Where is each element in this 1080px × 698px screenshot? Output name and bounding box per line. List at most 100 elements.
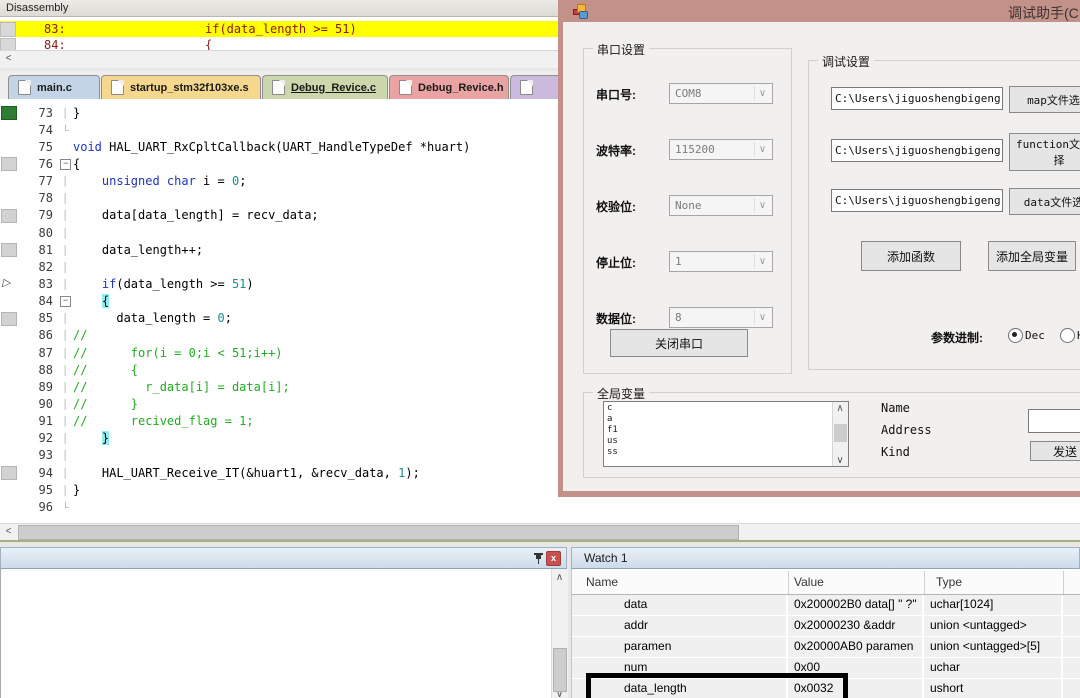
file-select-button-0[interactable]: map文件选择 (1009, 86, 1080, 113)
code-text[interactable]: if(data_length >= 51) (73, 277, 254, 291)
breakpoint-gutter[interactable] (0, 104, 17, 121)
code-text[interactable]: HAL_UART_Receive_IT(&huart1, &recv_data,… (73, 466, 420, 480)
send-button[interactable]: 发送 (1030, 441, 1080, 461)
fold-column[interactable]: │ (58, 245, 73, 255)
breakpoint-gutter[interactable] (0, 310, 17, 327)
tab-Debug_Revice.h[interactable]: Debug_Revice.h (389, 75, 509, 99)
add-global-button[interactable]: 添加全局变量 (988, 241, 1076, 271)
breakpoint-gutter[interactable] (0, 378, 17, 395)
fold-column[interactable]: └ (58, 125, 73, 135)
fold-column[interactable]: │ (58, 450, 73, 460)
serial-combo-1[interactable]: 115200∨ (669, 139, 773, 160)
breakpoint-gutter[interactable] (0, 207, 17, 224)
list-item[interactable]: a (607, 414, 618, 425)
breakpoint-gutter[interactable] (0, 498, 17, 515)
breakpoint-gutter[interactable] (0, 464, 17, 481)
fold-column[interactable]: └ (58, 502, 73, 512)
serial-combo-3[interactable]: 1∨ (669, 251, 773, 272)
scroll-up-icon[interactable]: ∧ (552, 571, 567, 585)
code-text[interactable]: { (73, 157, 80, 171)
fold-column[interactable]: │ (58, 382, 73, 392)
breakpoint-gutter[interactable] (0, 413, 17, 430)
watch-type-cell[interactable]: union <untagged> (924, 616, 1061, 636)
breakpoint-gutter[interactable]: ▷ (0, 275, 17, 292)
fold-collapse-icon[interactable]: − (60, 159, 71, 170)
breakpoint-gutter[interactable] (0, 395, 17, 412)
bottom-left-panel-content[interactable] (0, 569, 552, 698)
tab-main.c[interactable]: main.c (8, 75, 100, 99)
code-text[interactable]: // recived_flag = 1; (73, 414, 254, 428)
fold-column[interactable]: │ (58, 348, 73, 358)
code-text[interactable]: } (73, 483, 80, 497)
code-text[interactable]: // (73, 328, 87, 342)
scroll-up-icon[interactable]: ∧ (833, 402, 847, 414)
watch-value-cell[interactable]: 0x200002B0 data[] " ?" (788, 595, 922, 615)
breakpoint-gutter[interactable] (0, 190, 17, 207)
watch-type-cell[interactable]: ushort (924, 679, 1061, 698)
breakpoint-gutter[interactable] (0, 447, 17, 464)
chevron-down-icon[interactable]: ∨ (754, 142, 770, 157)
add-function-button[interactable]: 添加函数 (861, 241, 961, 271)
fold-column[interactable]: │ (58, 365, 73, 375)
breakpoint-gutter[interactable] (0, 430, 17, 447)
code-text[interactable]: // for(i = 0;i < 51;i++) (73, 346, 283, 360)
tab-Debug_Revice.c[interactable]: Debug_Revice.c (262, 75, 388, 99)
file-path-field-2[interactable]: C:\Users\jiguoshengbigeng' (831, 189, 1003, 212)
fold-column[interactable]: │ (58, 279, 73, 289)
fold-column[interactable]: │ (58, 468, 73, 478)
fold-column[interactable]: │ (58, 193, 73, 203)
scroll-down-icon[interactable]: ∨ (833, 454, 847, 466)
breakpoint-gutter[interactable] (0, 361, 17, 378)
bottom-left-vscroll-thumb[interactable] (553, 648, 567, 692)
fold-column[interactable]: │ (58, 399, 73, 409)
disassembly-gutter[interactable] (0, 22, 16, 37)
global-value-input[interactable] (1028, 409, 1080, 433)
fold-column[interactable]: │ (58, 416, 73, 426)
breakpoint-gutter[interactable] (0, 173, 17, 190)
breakpoint-gutter[interactable] (0, 327, 17, 344)
fold-column[interactable]: │ (58, 210, 73, 220)
breakpoint-gutter[interactable] (0, 481, 17, 498)
editor-hscroll-thumb[interactable] (18, 525, 739, 540)
radio-dec[interactable] (1008, 328, 1023, 343)
file-path-field-0[interactable]: C:\Users\jiguoshengbigeng' (831, 87, 1003, 110)
disassembly-gutter[interactable] (0, 38, 16, 50)
pin-icon[interactable] (534, 552, 544, 564)
chevron-down-icon[interactable]: ∨ (754, 254, 770, 269)
fold-column[interactable]: − (58, 295, 73, 307)
watch-name-cell[interactable]: addr (572, 616, 786, 636)
code-text[interactable]: // { (73, 363, 138, 377)
scroll-left-icon[interactable]: < (1, 525, 16, 539)
watch-value-cell[interactable]: 0x20000AB0 paramen (788, 637, 922, 657)
fold-column[interactable]: │ (58, 108, 73, 118)
table-row[interactable]: +paramen0x20000AB0 paramenunion <untagge… (572, 637, 1080, 658)
code-text[interactable]: void HAL_UART_RxCpltCallback(UART_Handle… (73, 140, 470, 154)
fold-column[interactable]: │ (58, 485, 73, 495)
listbox-thumb[interactable] (834, 424, 847, 442)
code-text[interactable]: } (73, 106, 80, 120)
table-row[interactable]: +addr0x20000230 &addrunion <untagged> (572, 616, 1080, 637)
watch-col-name[interactable]: Name (586, 575, 618, 589)
watch-type-cell[interactable]: union <untagged>[5] (924, 637, 1061, 657)
serial-combo-2[interactable]: None∨ (669, 195, 773, 216)
code-text[interactable]: // } (73, 397, 138, 411)
fold-column[interactable]: │ (58, 433, 73, 443)
code-text[interactable]: // r_data[i] = data[i]; (73, 380, 290, 394)
radio-hex[interactable] (1060, 328, 1075, 343)
breakpoint-gutter[interactable] (0, 121, 17, 138)
watch-value-cell[interactable]: 0x20000230 &addr (788, 616, 922, 636)
listbox-vscrollbar[interactable]: ∧ ∨ (832, 402, 848, 466)
chevron-down-icon[interactable]: ∨ (754, 86, 770, 101)
watch-name-cell[interactable]: paramen (572, 637, 786, 657)
debug-assistant-titlebar[interactable]: 调试助手(C (558, 0, 1080, 22)
breakpoint-gutter[interactable] (0, 224, 17, 241)
breakpoint-gutter[interactable] (0, 293, 17, 310)
code-text[interactable]: unsigned char i = 0; (73, 174, 246, 188)
fold-collapse-icon[interactable]: − (60, 296, 71, 307)
file-path-field-1[interactable]: C:\Users\jiguoshengbigeng (831, 139, 1003, 162)
scroll-left-icon[interactable]: < (1, 52, 16, 66)
fold-column[interactable]: │ (58, 330, 73, 340)
watch-name-cell[interactable]: data (572, 595, 786, 615)
fold-column[interactable]: − (58, 158, 73, 170)
list-item[interactable]: c (607, 403, 618, 414)
